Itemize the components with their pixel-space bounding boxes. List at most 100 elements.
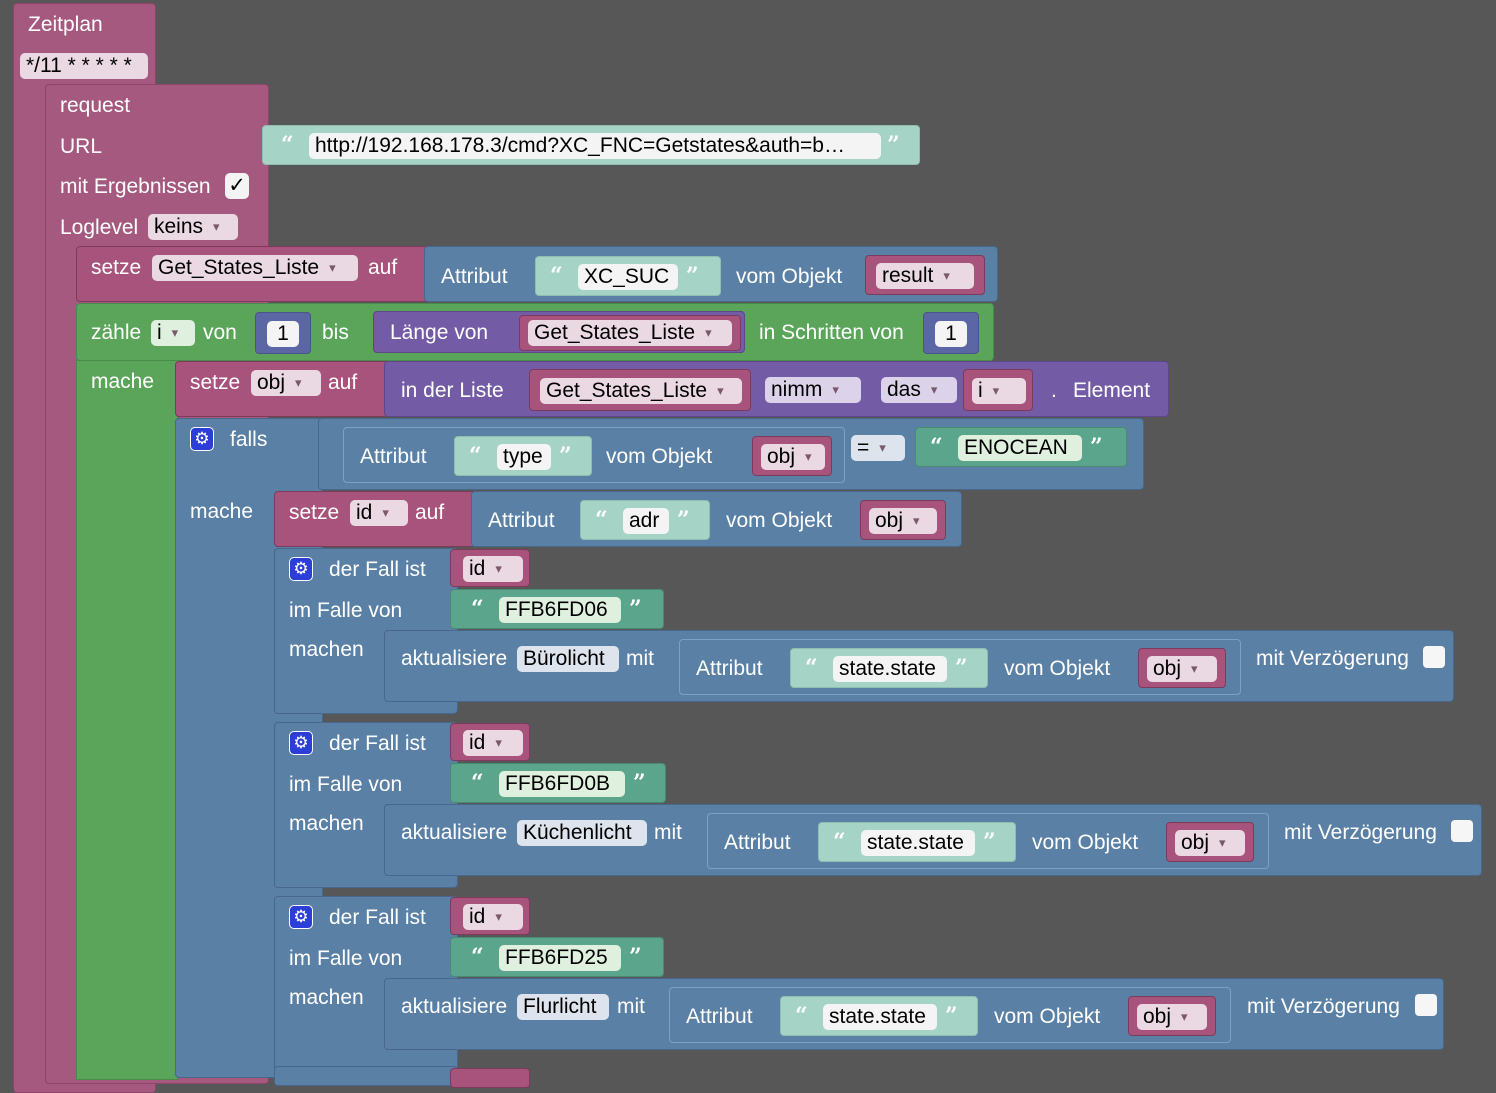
case-value-input[interactable]: FFB6FD0B — [499, 771, 625, 797]
list-get-block[interactable]: in der Liste Get_States_Liste nimm das i… — [384, 361, 1169, 417]
obj-var-dropdown[interactable]: obj — [1147, 656, 1217, 682]
length-var-dropdown[interactable]: Get_States_Liste — [528, 320, 732, 346]
loglevel-dropdown[interactable]: keins — [148, 214, 238, 240]
step-number-input[interactable]: 1 — [935, 321, 967, 347]
case-var-dropdown[interactable]: id — [463, 730, 523, 756]
close-quote-icon: ” — [955, 655, 968, 681]
url-string-block[interactable]: “ http://192.168.178.3/cmd?XC_FNC=Getsta… — [262, 125, 920, 165]
type-input[interactable]: type — [497, 444, 551, 470]
case-var-block[interactable]: id — [450, 549, 530, 587]
attr-xcsuc-block[interactable]: Attribut “ XC_SUC ” vom Objekt result — [424, 246, 998, 302]
machen-label: machen — [289, 986, 364, 1009]
case-value-string[interactable]: “ FFB6FD0B ” — [450, 763, 666, 803]
case-var-block[interactable]: id — [450, 897, 530, 935]
obj-var-dropdown[interactable]: obj — [1137, 1004, 1207, 1030]
xcsuc-input[interactable]: XC_SUC — [578, 264, 678, 290]
list-get-var-dropdown[interactable]: Get_States_Liste — [540, 378, 742, 404]
gear-icon[interactable]: ⚙ — [289, 557, 313, 581]
from-number-input[interactable]: 1 — [267, 321, 299, 347]
obj-var-block[interactable]: obj — [1138, 648, 1226, 688]
obj-var-block[interactable]: obj — [752, 436, 832, 476]
update-target-field[interactable]: Küchenlicht — [517, 820, 647, 846]
attr-state-block[interactable]: Attribut “ state.state ” vom Objekt obj — [679, 639, 1241, 695]
obj-var-dropdown[interactable]: obj — [1175, 830, 1245, 856]
case-value-string[interactable]: “ FFB6FD25 ” — [450, 937, 664, 977]
type-string[interactable]: “ type ” — [454, 436, 592, 476]
im-falle-label: im Falle von — [289, 599, 403, 622]
state-string[interactable]: “ state.state ” — [790, 648, 988, 688]
delay-checkbox[interactable] — [1415, 994, 1437, 1016]
close-quote-icon: ” — [686, 263, 699, 289]
attr-adr-block[interactable]: Attribut “ adr ” vom Objekt obj — [471, 491, 962, 547]
state-string[interactable]: “ state.state ” — [780, 996, 978, 1036]
obj-var-block[interactable]: obj — [1128, 996, 1216, 1036]
results-checkbox[interactable]: ✓ — [225, 173, 249, 199]
obj-var-block[interactable]: obj — [860, 500, 946, 540]
obj-var-dropdown[interactable]: obj — [869, 508, 937, 534]
list-var-dropdown[interactable]: Get_States_Liste — [152, 255, 358, 281]
case-value-input[interactable]: FFB6FD25 — [499, 945, 621, 971]
das-dropdown[interactable]: das — [881, 377, 957, 403]
attr-state-block[interactable]: Attribut “ state.state ” vom Objekt obj — [669, 987, 1231, 1043]
list-get-var-block[interactable]: Get_States_Liste — [529, 369, 751, 411]
result-var-block[interactable]: result — [865, 255, 985, 295]
update-block[interactable]: aktualisiere Flurlicht mit Attribut “ st… — [384, 978, 1444, 1050]
state-input[interactable]: state.state — [833, 656, 947, 682]
state-string[interactable]: “ state.state ” — [818, 822, 1016, 862]
obj-label: vom Objekt — [606, 445, 713, 468]
adr-string[interactable]: “ adr ” — [580, 500, 710, 540]
update-target-field[interactable]: Flurlicht — [517, 994, 609, 1020]
update-label: aktualisiere — [401, 821, 508, 844]
case-var-dropdown[interactable]: id — [463, 904, 523, 930]
index-var-block[interactable]: i — [963, 369, 1033, 411]
state-input[interactable]: state.state — [823, 1004, 937, 1030]
obj-var-dropdown[interactable]: obj — [761, 444, 825, 470]
loop-var-dropdown[interactable]: i — [151, 320, 195, 346]
gear-icon[interactable]: ⚙ — [289, 905, 313, 929]
delay-checkbox[interactable] — [1451, 820, 1473, 842]
gear-icon[interactable]: ⚙ — [190, 427, 214, 451]
attr-type-block[interactable]: Attribut “ type ” vom Objekt obj — [343, 427, 845, 483]
nimm-dropdown[interactable]: nimm — [765, 377, 861, 403]
delay-checkbox[interactable] — [1423, 646, 1445, 668]
obj-var-dropdown[interactable]: obj — [251, 370, 321, 396]
im-falle-label: im Falle von — [289, 947, 403, 970]
open-quote-icon: “ — [805, 655, 818, 681]
length-var-block[interactable]: Get_States_Liste — [519, 315, 741, 351]
set-obj-block[interactable]: setze obj auf — [175, 361, 389, 417]
list-length-block[interactable]: Länge von Get_States_Liste — [373, 311, 745, 353]
url-input[interactable]: http://192.168.178.3/cmd?XC_FNC=Getstate… — [309, 133, 881, 159]
attr-label: Attribut — [441, 265, 508, 288]
result-var-dropdown[interactable]: result — [876, 263, 974, 289]
adr-input[interactable]: adr — [623, 508, 669, 534]
close-quote-icon: ” — [629, 944, 642, 970]
open-quote-icon: “ — [469, 443, 482, 469]
compare-block[interactable]: Attribut “ type ” vom Objekt obj = “ ENO… — [318, 418, 1144, 490]
case-value-string[interactable]: “ FFB6FD06 ” — [450, 589, 664, 629]
step-label: in Schritten von — [759, 321, 904, 344]
obj-var-block[interactable]: obj — [1166, 822, 1254, 862]
cron-field[interactable]: */11 * * * * * — [20, 53, 148, 79]
case-var-block[interactable]: id — [450, 723, 530, 761]
gear-icon[interactable]: ⚙ — [289, 731, 313, 755]
update-block[interactable]: aktualisiere Bürolicht mit Attribut “ st… — [384, 630, 1454, 702]
enocean-string[interactable]: “ ENOCEAN ” — [915, 427, 1127, 467]
set-list-block[interactable]: setze Get_States_Liste auf — [76, 246, 430, 302]
step-number-block[interactable]: 1 — [923, 312, 979, 354]
attr-state-block[interactable]: Attribut “ state.state ” vom Objekt obj — [707, 813, 1269, 869]
obj-label: vom Objekt — [994, 1005, 1101, 1028]
id-var-dropdown[interactable]: id — [350, 500, 408, 526]
update-target-field[interactable]: Bürolicht — [517, 646, 619, 672]
set-id-block[interactable]: setze id auf — [274, 491, 476, 547]
enocean-input[interactable]: ENOCEAN — [958, 435, 1082, 461]
from-number-block[interactable]: 1 — [255, 312, 311, 354]
xcsuc-string[interactable]: “ XC_SUC ” — [535, 256, 721, 296]
index-var-dropdown[interactable]: i — [972, 378, 1026, 404]
mache-label: mache — [91, 370, 155, 393]
case-value-input[interactable]: FFB6FD06 — [499, 597, 621, 623]
update-block[interactable]: aktualisiere Küchenlicht mit Attribut “ … — [384, 804, 1482, 876]
state-input[interactable]: state.state — [861, 830, 975, 856]
case-var-dropdown[interactable]: id — [463, 556, 523, 582]
operator-dropdown[interactable]: = — [851, 435, 905, 461]
open-quote-icon: “ — [471, 596, 484, 622]
